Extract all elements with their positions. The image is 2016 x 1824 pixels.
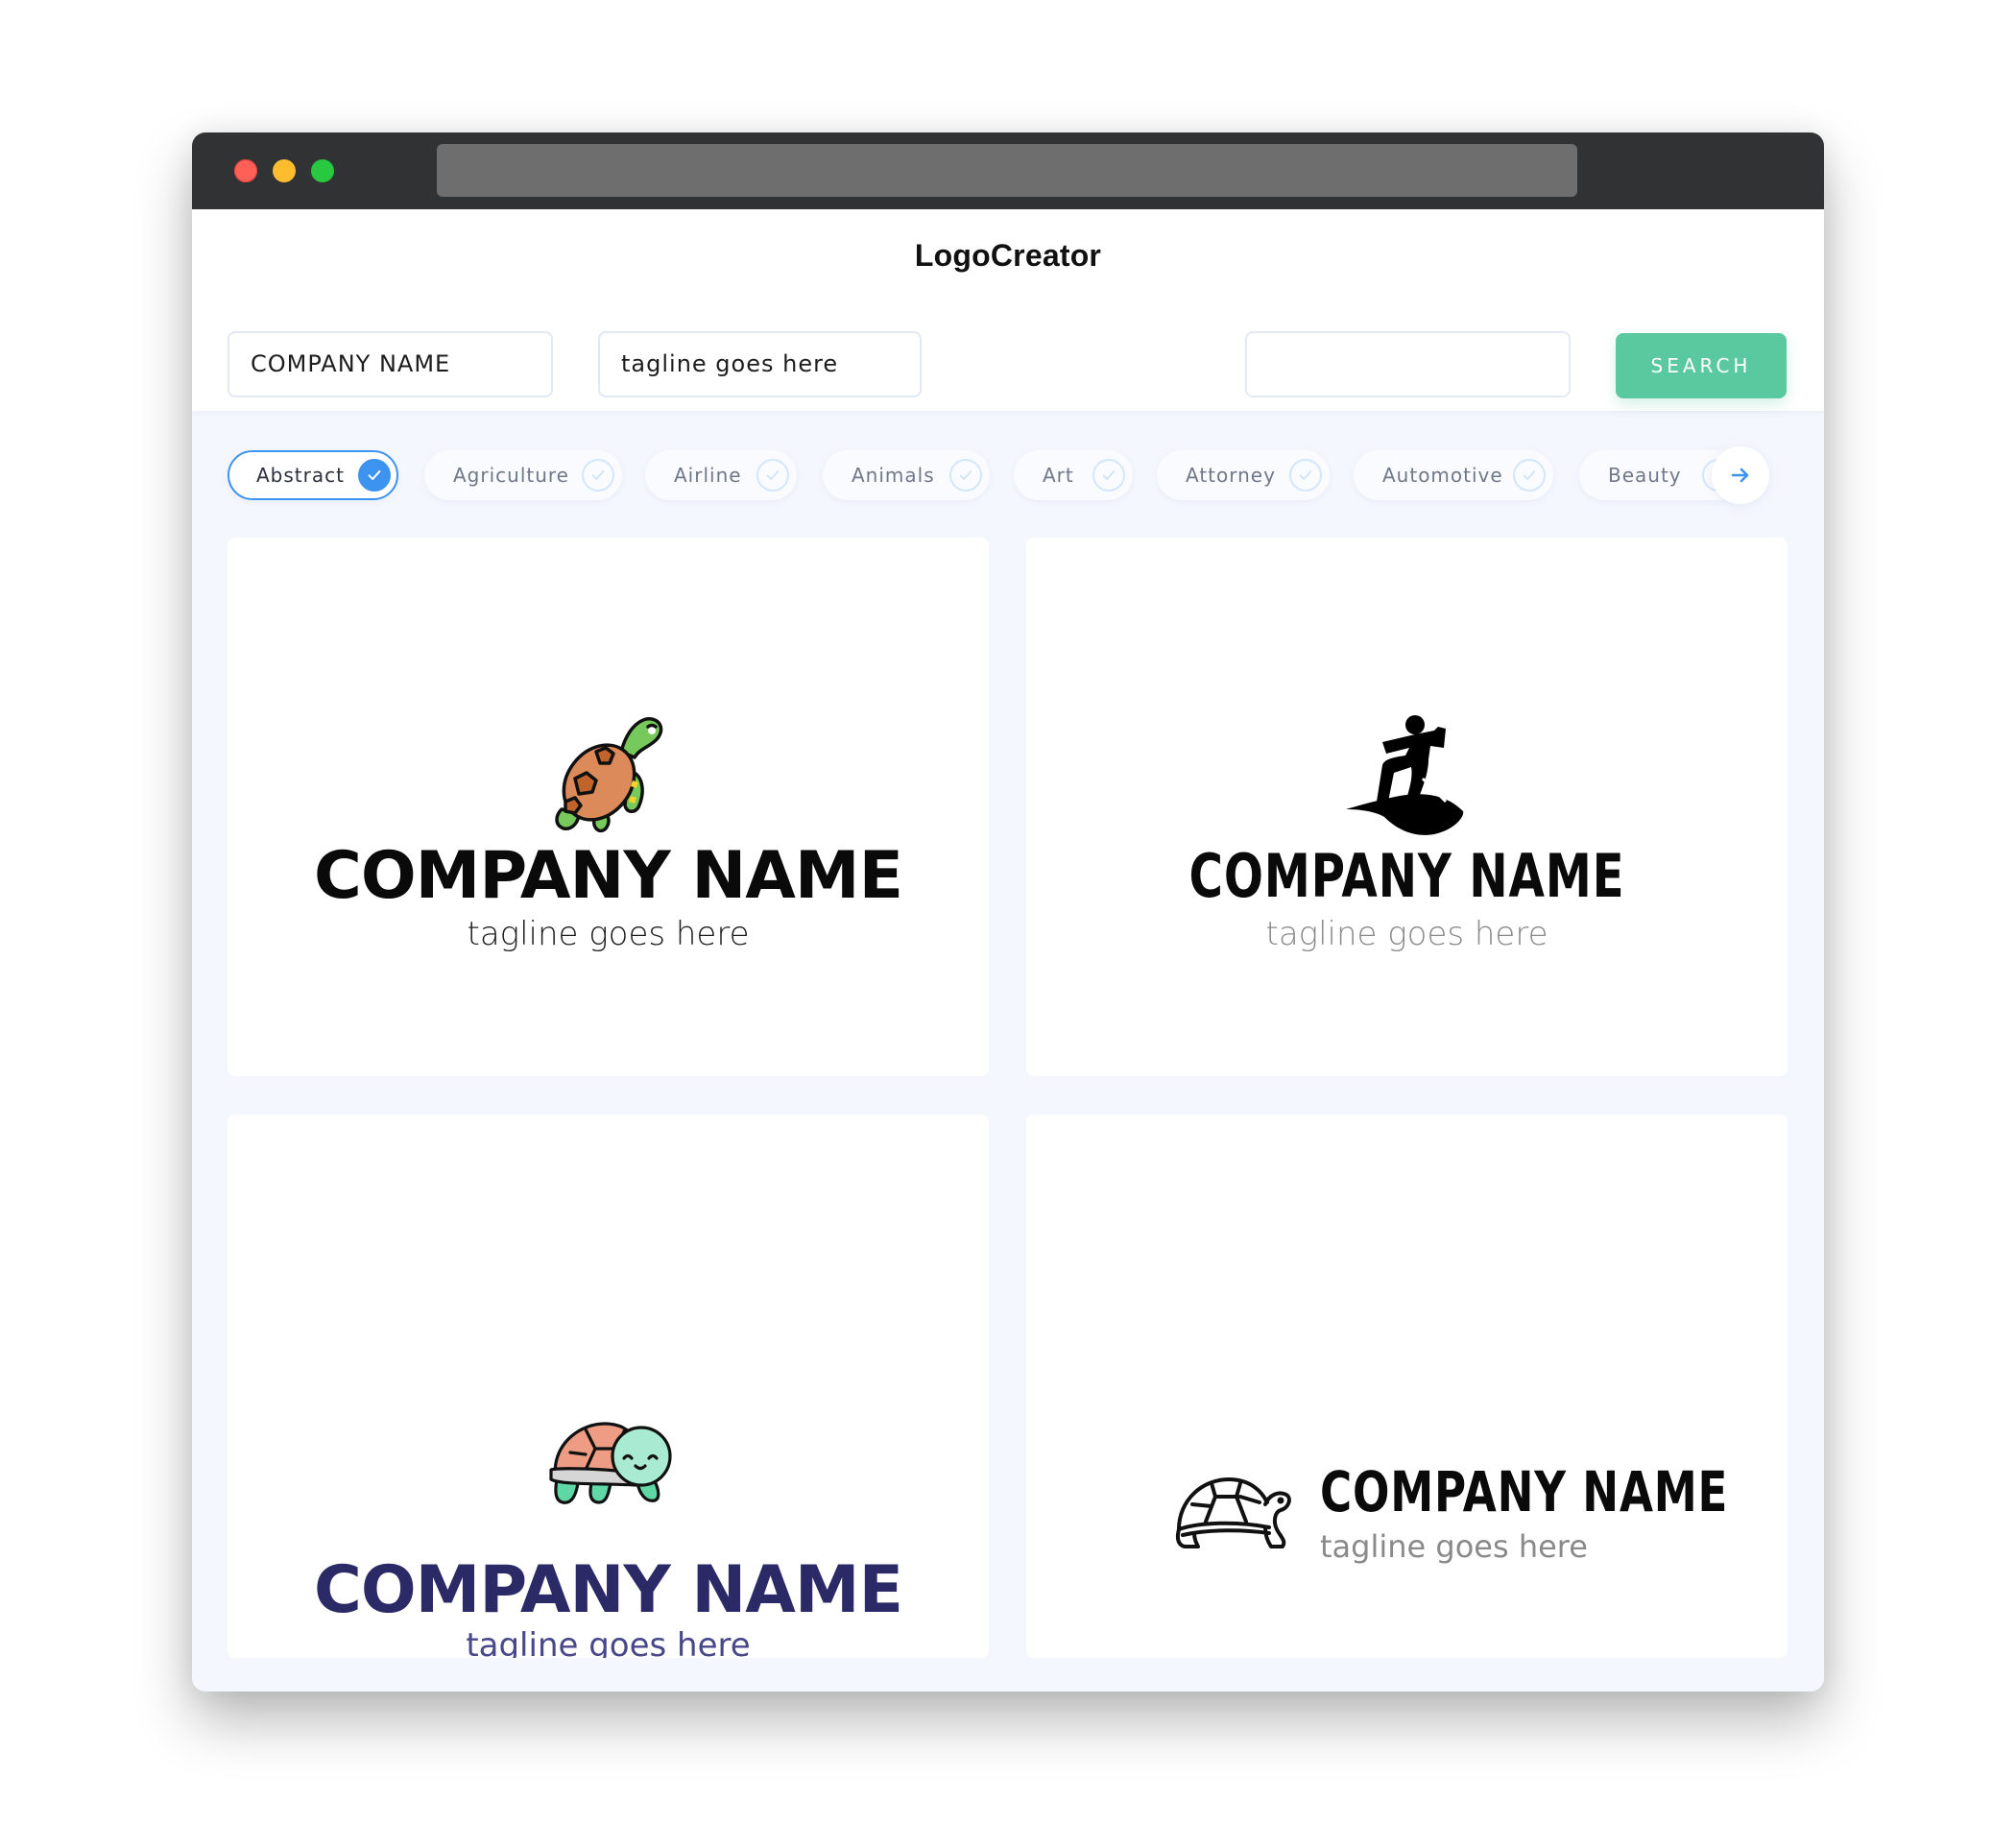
category-label: Attorney [1186, 464, 1276, 487]
company-name-text: COMPANY NAME [1320, 1459, 1729, 1524]
category-chip-abstract[interactable]: Abstract [228, 450, 398, 500]
category-label: Airline [674, 464, 742, 487]
check-circle-icon [358, 459, 391, 492]
surfer-silhouette-icon [1346, 715, 1464, 835]
logo-card[interactable]: COMPANY NAME tagline goes here [228, 1115, 989, 1658]
logo-card[interactable]: COMPANY NAME tagline goes here [228, 538, 989, 1076]
tagline-input[interactable]: tagline goes here [598, 331, 922, 397]
logo-card[interactable]: COMPANY NAME tagline goes here [1026, 538, 1788, 1076]
company-name-text: COMPANY NAME [313, 838, 903, 914]
tagline-text: tagline goes here [1265, 915, 1548, 953]
company-name-input[interactable]: COMPANY NAME [228, 331, 553, 397]
keyword-input[interactable] [1245, 331, 1571, 397]
category-chip-attorney[interactable]: Attorney [1157, 450, 1330, 500]
category-filter-bar: Abstract Agriculture Airline Animals Art… [192, 411, 1824, 536]
company-name-text: COMPANY NAME [313, 1552, 903, 1628]
category-chip-automotive[interactable]: Automotive [1354, 450, 1553, 500]
category-chip-art[interactable]: Art [1014, 450, 1133, 500]
category-chip-airline[interactable]: Airline [645, 450, 797, 500]
scroll-categories-next-button[interactable] [1712, 446, 1769, 504]
check-circle-icon [756, 459, 789, 492]
tagline-text: tagline goes here [466, 1626, 751, 1658]
check-circle-icon [1092, 459, 1125, 492]
logo-card[interactable]: COMPANY NAME tagline goes here [1026, 1115, 1788, 1658]
minimize-window-button[interactable] [273, 159, 296, 182]
search-bar: COMPANY NAME tagline goes here SEARCH [192, 308, 1824, 411]
turtle-outline-icon [1175, 1477, 1291, 1548]
check-circle-icon [1513, 459, 1546, 492]
category-label: Art [1043, 464, 1074, 487]
maximize-window-button[interactable] [311, 159, 334, 182]
browser-window: LogoCreator COMPANY NAME tagline goes he… [192, 132, 1824, 1692]
check-circle-icon [1289, 459, 1322, 492]
search-button[interactable]: SEARCH [1616, 333, 1787, 398]
close-window-button[interactable] [234, 159, 257, 182]
check-circle-icon [582, 459, 614, 492]
category-label: Beauty [1608, 464, 1682, 487]
arrow-right-icon [1731, 468, 1749, 483]
tagline-text: tagline goes here [467, 915, 750, 953]
app-header: LogoCreator [192, 209, 1824, 308]
sea-turtle-color-icon [555, 717, 663, 833]
category-label: Automotive [1382, 464, 1503, 487]
address-bar[interactable] [437, 144, 1577, 197]
category-chip-agriculture[interactable]: Agriculture [424, 450, 622, 500]
title-bar [192, 132, 1824, 209]
tagline-text: tagline goes here [1320, 1528, 1588, 1565]
company-name-text: COMPANY NAME [1188, 841, 1625, 911]
category-chip-animals[interactable]: Animals [823, 450, 990, 500]
category-label: Animals [852, 464, 935, 487]
check-circle-icon [949, 459, 982, 492]
cute-turtle-icon [549, 1422, 672, 1504]
category-label: Abstract [256, 464, 345, 487]
app-logo-title[interactable]: LogoCreator [192, 238, 1824, 274]
category-label: Agriculture [453, 464, 569, 487]
